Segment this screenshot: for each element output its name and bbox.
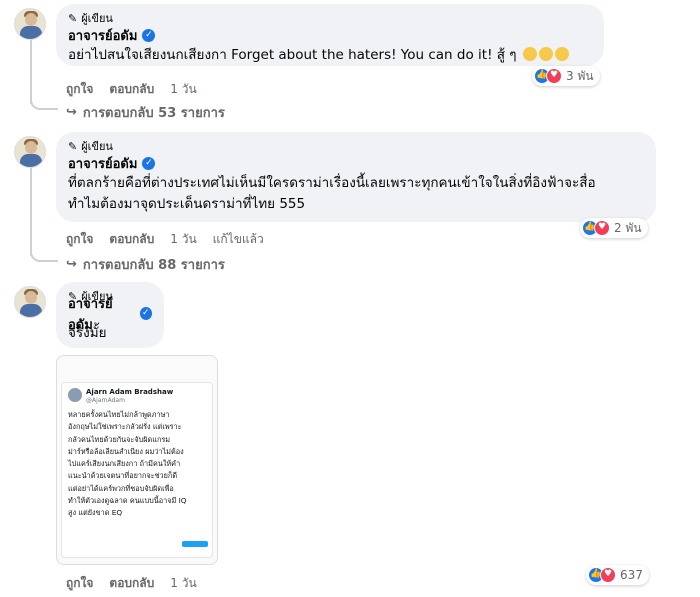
- verified-icon: ✓: [142, 157, 156, 170]
- reaction-count: 3 พัน: [566, 68, 594, 83]
- tweet-line: กลัวคนไทยด้วยกันจะจับผิดแกรม: [68, 434, 171, 444]
- comment-bubble: ✎ ผู้เขียน อาจารย์อดัม ✓ ที่ตลกร้ายคือที…: [56, 132, 656, 222]
- reaction-summary[interactable]: 👍 ♥ 3 พัน: [532, 66, 600, 86]
- image-attachment[interactable]: Ajarn Adam Bradshaw @AjarnAdam หลายครั้ง…: [56, 355, 218, 565]
- replies-label[interactable]: การตอบกลับ 88 รายการ: [83, 254, 225, 275]
- tweet-action-button: [182, 541, 208, 547]
- grinning-emoji-icon: [538, 47, 553, 61]
- grinning-emoji-icon: [554, 47, 569, 61]
- tweet-avatar: [68, 388, 82, 402]
- author-badge: ✎ ผู้เขียน: [68, 10, 592, 26]
- comment-actions: ถูกใจ ตอบกลับ 1 วัน แก้ไขแล้ว: [66, 230, 280, 249]
- tweet-card: Ajarn Adam Bradshaw @AjarnAdam หลายครั้ง…: [61, 382, 213, 558]
- love-reaction-icon: ♥: [546, 68, 562, 84]
- tweet-author: Ajarn Adam Bradshaw: [86, 388, 174, 396]
- reply-button[interactable]: ตอบกลับ: [109, 574, 154, 593]
- grinning-emoji-icon: [522, 47, 537, 61]
- author-badge-icon: ✎: [68, 11, 78, 25]
- timestamp[interactable]: 1 วัน: [170, 574, 196, 593]
- replies-label[interactable]: การตอบกลับ 53 รายการ: [83, 102, 225, 123]
- tweet-line: สูง แต่ยังขาด EQ: [68, 508, 123, 518]
- comment-text-body: อย่าไปสนใจเสียงนกเสียงกา Forget about th…: [68, 47, 517, 63]
- author-badge: ✎ ผู้เขียน: [68, 138, 644, 154]
- tweet-line: ทำให้ตัวเองดูฉลาด คนแบบนี้อาจมี IQ: [68, 496, 187, 506]
- like-button[interactable]: ถูกใจ: [66, 230, 93, 249]
- tweet-body: หลายครั้งคนไทยไม่กล้าพูดภาษา อังกฤษไม่ใช…: [68, 409, 208, 520]
- like-button[interactable]: ถูกใจ: [66, 80, 93, 99]
- avatar[interactable]: [14, 136, 46, 168]
- timestamp[interactable]: 1 วัน: [170, 230, 196, 249]
- avatar[interactable]: [14, 8, 46, 40]
- reply-button[interactable]: ตอบกลับ: [109, 80, 154, 99]
- avatar[interactable]: [14, 286, 46, 318]
- tweet-line: แนะนำด้วยเจตนาที่อยากจะช่วยก็ดี: [68, 471, 178, 481]
- reply-arrow-icon: ↪: [66, 257, 77, 272]
- view-replies[interactable]: ↪ การตอบกลับ 88 รายการ: [66, 254, 225, 275]
- reply-button[interactable]: ตอบกลับ: [109, 230, 154, 249]
- tweet-line: แต่อย่าได้แคร์พวกที่ชอบจับผิดเพื่อ: [68, 483, 174, 493]
- comment-bubble: ✎ ผู้เขียน อาจารย์อดัม ✓ อย่าไปสนใจเสียง…: [56, 4, 604, 66]
- thread-elbow: [30, 98, 58, 110]
- verified-icon: ✓: [142, 29, 156, 42]
- reply-arrow-icon: ↪: [66, 105, 77, 120]
- comment-actions: ถูกใจ ตอบกลับ 1 วัน: [66, 80, 213, 99]
- like-button[interactable]: ถูกใจ: [66, 574, 93, 593]
- reaction-count: 2 พัน: [614, 220, 642, 235]
- tweet-footer: [68, 541, 208, 547]
- author-name-row: อาจารย์อดัม ✓: [68, 26, 592, 45]
- tweet-line: ไปแคร์เสียงนกเสียงกา ถ้ามีคนให้คำ: [68, 459, 181, 469]
- comment-actions: ถูกใจ ตอบกลับ 1 วัน: [66, 574, 213, 593]
- comment-text: อย่าไปสนใจเสียงนกเสียงกา Forget about th…: [68, 45, 592, 66]
- verified-icon: ✓: [139, 307, 152, 320]
- thread-elbow: [30, 250, 58, 262]
- comment-bubble: ✎ ผู้เขียน อาจารย์อดัม ✓ จริงมั้ย: [56, 282, 164, 348]
- love-reaction-icon: ♥: [594, 220, 610, 236]
- love-reaction-icon: ♥: [600, 567, 616, 583]
- thread-line: [30, 168, 32, 256]
- tweet-line: หลายครั้งคนไทยไม่กล้าพูดภาษา: [68, 410, 170, 419]
- author-name[interactable]: อาจารย์อดัม: [68, 153, 137, 174]
- author-name[interactable]: อาจารย์อดัม: [68, 25, 137, 46]
- timestamp[interactable]: 1 วัน: [170, 80, 196, 99]
- reaction-summary[interactable]: 👍 ♥ 637: [586, 565, 649, 585]
- tweet-line: ม่าร์หรือล้อเลียนสำเนียง ผมว่าไม่ต้อง: [68, 446, 184, 456]
- reaction-count: 637: [620, 568, 643, 582]
- author-name-row: อาจารย์อดัม ✓: [68, 154, 644, 173]
- view-replies[interactable]: ↪ การตอบกลับ 53 รายการ: [66, 102, 225, 123]
- author-name-row: อาจารย์อดัม ✓: [68, 297, 152, 333]
- comment-text-line: ทำไมต้องมาจุดประเด็นดราม่าที่ไทย 555: [68, 196, 306, 212]
- edited-label[interactable]: แก้ไขแล้ว: [213, 230, 264, 249]
- tweet-handle: @AjarnAdam: [86, 397, 125, 404]
- tweet-line: อังกฤษไม่ใช่เพราะกลัวฝรั่ง แต่เพราะ: [68, 422, 182, 432]
- thread-line: [30, 40, 32, 104]
- comment-text-line: ที่ตลกร้ายคือที่ต่างประเทศไม่เห็นมีใครดร…: [68, 175, 596, 191]
- author-badge-icon: ✎: [68, 139, 78, 153]
- reaction-summary[interactable]: 👍 ♥ 2 พัน: [580, 218, 648, 238]
